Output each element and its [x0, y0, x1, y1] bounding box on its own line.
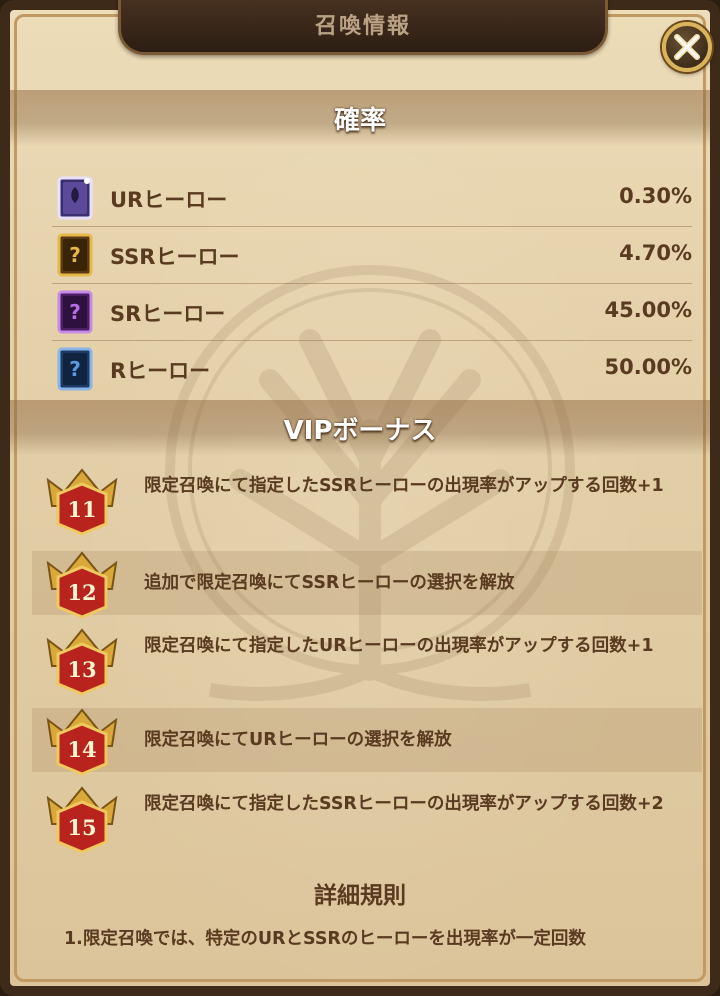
rate-value: 50.00%	[604, 355, 692, 379]
rate-value: 4.70%	[619, 241, 692, 265]
vip-crown-icon: 13	[46, 628, 118, 696]
rate-row-r: ? Rヒーロー 50.00%	[52, 341, 692, 397]
vip-level: 13	[67, 657, 96, 682]
sr-card-icon: ?	[57, 290, 93, 334]
vip-crown-icon: 12	[46, 551, 118, 619]
rate-label: Rヒーロー	[110, 359, 211, 383]
window-title: 召喚情報	[314, 14, 411, 39]
vip-level: 15	[67, 815, 96, 840]
vip-row-13: 13 限定召喚にて指定したURヒーローの出現率がアップする回数+1	[32, 628, 702, 696]
rate-row-ssr: ? SSRヒーロー 4.70%	[52, 227, 692, 284]
close-x-icon	[674, 34, 700, 60]
summon-info-panel: 確率 URヒーロー 0.30% ? SSRヒーロー 4.70% ? SRヒーロー…	[0, 0, 720, 996]
rate-value: 0.30%	[619, 184, 692, 208]
probability-header-text: 確率	[333, 105, 386, 136]
ur-card-icon	[57, 176, 93, 220]
rate-label: URヒーロー	[110, 188, 228, 212]
svg-text:?: ?	[69, 243, 81, 267]
vip-crown-icon: 14	[46, 708, 118, 776]
vip-level: 14	[67, 737, 96, 762]
probability-header: 確率	[10, 90, 710, 146]
r-card-icon: ?	[57, 347, 93, 391]
vip-row-12: 12 追加で限定召喚にてSSRヒーローの選択を解放	[32, 551, 702, 619]
vip-level: 11	[67, 497, 96, 522]
vip-bonus-header: VIPボーナス	[10, 400, 710, 456]
vip-bonus-text: 限定召喚にて指定したSSRヒーローの出現率がアップする回数+1	[144, 476, 664, 496]
svg-text:?: ?	[69, 300, 81, 324]
vip-crown-icon: 11	[46, 468, 118, 536]
rate-row-sr: ? SRヒーロー 45.00%	[52, 284, 692, 341]
close-button[interactable]	[662, 22, 712, 72]
rate-row-ur: URヒーロー 0.30%	[52, 170, 692, 227]
ssr-card-icon: ?	[57, 233, 93, 277]
vip-row-15: 15 限定召喚にて指定したSSRヒーローの出現率がアップする回数+2	[32, 786, 702, 854]
window-title-bar: 召喚情報	[118, 0, 608, 55]
rate-label: SRヒーロー	[110, 302, 226, 326]
rate-value: 45.00%	[604, 298, 692, 322]
vip-row-14: 14 限定召喚にてURヒーローの選択を解放	[32, 708, 702, 776]
rate-label: SSRヒーロー	[110, 245, 240, 269]
vip-row-11: 11 限定召喚にて指定したSSRヒーローの出現率がアップする回数+1	[32, 468, 702, 536]
vip-level: 12	[67, 580, 96, 605]
vip-bonus-text: 追加で限定召喚にてSSRヒーローの選択を解放	[144, 573, 515, 593]
vip-crown-icon: 15	[46, 786, 118, 854]
rules-title: 詳細規則	[314, 883, 406, 909]
svg-text:?: ?	[69, 357, 81, 381]
vip-bonus-header-text: VIPボーナス	[283, 415, 437, 446]
vip-bonus-text: 限定召喚にて指定したURヒーローの出現率がアップする回数+1	[144, 636, 654, 656]
vip-bonus-text: 限定召喚にて指定したSSRヒーローの出現率がアップする回数+2	[144, 794, 664, 814]
vip-bonus-text: 限定召喚にてURヒーローの選択を解放	[144, 730, 452, 750]
rules-text: 1.限定召喚では、特定のURとSSRのヒーローを出現率が一定回数	[64, 929, 586, 949]
